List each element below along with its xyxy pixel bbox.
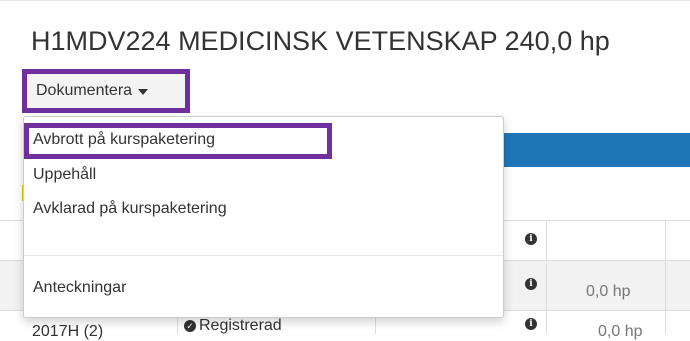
top-divider	[0, 0, 690, 1]
menu-item-anteckningar[interactable]: Anteckningar	[24, 272, 503, 304]
info-icon[interactable]: i	[525, 278, 537, 290]
dokumentera-dropdown-button[interactable]: Dokumentera	[22, 69, 190, 113]
column-divider	[546, 220, 547, 334]
menu-divider	[24, 255, 503, 256]
info-icon[interactable]: i	[525, 233, 537, 245]
dokumentera-label: Dokumentera	[36, 82, 133, 99]
term-cell: 2017H (2)	[32, 323, 104, 340]
column-divider	[665, 220, 666, 334]
caret-down-icon	[138, 89, 149, 95]
menu-item-avklarad[interactable]: Avklarad på kurspaketering	[24, 194, 503, 224]
hp-value: 0,0 hp	[586, 283, 631, 300]
info-icon[interactable]: i	[525, 318, 537, 330]
status-cell: ✓ Registrerad	[184, 317, 282, 335]
dokumentera-dropdown-menu: Avbrott på kurspaketering Uppehåll Avkla…	[23, 116, 504, 318]
menu-item-uppehall[interactable]: Uppehåll	[24, 160, 503, 190]
menu-item-avbrott[interactable]: Avbrott på kurspaketering	[24, 123, 332, 159]
blue-progress-banner	[500, 133, 690, 167]
page-title: H1MDV224 MEDICINSK VETENSKAP 240,0 hp	[31, 26, 610, 56]
status-label: Registrerad	[199, 317, 282, 334]
check-circle-icon: ✓	[184, 320, 196, 332]
hp-value: 0,0 hp	[598, 323, 643, 340]
